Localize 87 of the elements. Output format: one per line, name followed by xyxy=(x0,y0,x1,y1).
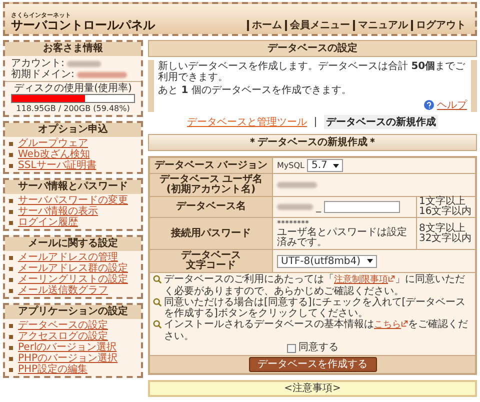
password-help: ユーザ名とパスワードは設定済みです。 xyxy=(277,228,408,248)
length-note: 8文字以上 32文字以内 xyxy=(417,218,475,249)
bullet-icon xyxy=(9,198,13,202)
nav-link[interactable]: ログアウト xyxy=(411,20,469,31)
domain-label: 初期ドメイン: xyxy=(11,69,74,80)
external-link-icon xyxy=(401,320,408,327)
info-text: 新しいデータベースを作成します。データベースは合計 50個までご利用できます。 xyxy=(158,61,466,83)
menu-link[interactable]: サーバ情報の表示 xyxy=(18,206,98,217)
tab[interactable]: データベースの新規作成 xyxy=(324,115,438,129)
magnifier-icon xyxy=(153,298,162,307)
separator-text: _ xyxy=(316,202,321,212)
tab[interactable]: データベースと管理ツール xyxy=(187,115,307,129)
bullet-icon xyxy=(9,220,13,224)
bullet-icon xyxy=(9,334,13,338)
bullet-icon xyxy=(9,266,13,270)
menu-link[interactable]: データベースの設定 xyxy=(18,320,108,331)
row-label: 接続用パスワード xyxy=(150,218,272,249)
section-title: ＊データベースの新規作成＊ xyxy=(148,134,477,151)
bullet-icon xyxy=(9,164,13,168)
db-type-label: MySQL xyxy=(277,161,304,170)
row-label: データベース 文字コード xyxy=(150,250,272,272)
blurred-value xyxy=(67,60,102,66)
bullet-icon xyxy=(9,256,13,260)
blurred-value xyxy=(277,204,313,210)
nav-link[interactable]: マニュアル xyxy=(353,20,411,31)
menu-link[interactable]: メールアドレスの管理 xyxy=(18,252,118,263)
nav-link[interactable]: 会員メニュー xyxy=(285,20,353,31)
menu-link[interactable]: Perlのバージョン選択 xyxy=(18,342,117,353)
bullet-icon xyxy=(9,152,13,156)
length-note: 1文字以上 16文字以内 xyxy=(417,197,475,217)
menu-link[interactable]: メール送信数グラフ xyxy=(18,285,108,296)
menu-link[interactable]: アクセスログの設定 xyxy=(18,331,108,342)
create-database-button[interactable]: データベースを作成する xyxy=(248,357,376,372)
panel-title: サーバ情報とパスワード xyxy=(5,180,141,194)
select-field[interactable]: UTF-8(utf8mb4) xyxy=(277,254,377,268)
dropdown-caret-icon xyxy=(333,164,340,168)
page-title: データベースの設定 xyxy=(148,40,477,57)
bullet-icon xyxy=(9,346,13,350)
row-label: データベース バージョン xyxy=(150,158,272,173)
menu-link[interactable]: PHPのバージョン選択 xyxy=(18,353,118,364)
help-link[interactable]: ヘルプ xyxy=(437,98,467,112)
row-label: データベース ユーザ名 (初期アカウント名) xyxy=(150,174,272,196)
info-text: あと 1 個のデータベースを作成できます。 xyxy=(158,85,352,96)
bullet-icon xyxy=(9,210,13,214)
bullet-icon xyxy=(9,142,13,146)
menu-link[interactable]: サーバパスワードの変更 xyxy=(18,195,128,206)
blurred-value xyxy=(77,72,128,78)
info-stripe xyxy=(471,60,477,112)
brand-title: サーバコントロールパネル xyxy=(11,19,155,31)
notice-text: インストールされるデータベースの基本情報はこちら をご確認ください。 xyxy=(164,319,469,342)
blurred-value xyxy=(277,182,317,188)
external-link-icon xyxy=(388,275,395,282)
menu-link[interactable]: SSLサーバ証明書 xyxy=(18,160,96,171)
help-icon xyxy=(424,100,434,110)
caution-title: <注意事項> xyxy=(148,380,477,397)
account-label: アカウント: xyxy=(11,58,64,69)
notice-text: データベースのご利用にあたっては「注意制限事項 」に同意いただく必要がありますので、あらかじめご確認ください。 xyxy=(164,274,466,297)
panel-title: アプリケーションの設定 xyxy=(5,305,141,319)
panel-title: オプション申込 xyxy=(5,123,141,137)
bullet-icon xyxy=(9,368,13,372)
notice-text: 同意いただける場合は[同意する]にチェックを入れて[データベースを作成する]ボタンをクリックしてください。 xyxy=(164,297,467,319)
disk-usage-reading: 118.95GB / 200GB (59.48%) xyxy=(16,103,130,114)
magnifier-icon xyxy=(153,320,162,329)
menu-link[interactable]: ログイン履歴 xyxy=(18,217,78,228)
panel-title: お客さま情報 xyxy=(5,42,141,56)
dropdown-caret-icon xyxy=(366,259,373,263)
password-value: ******** xyxy=(277,219,309,228)
bullet-icon xyxy=(9,288,13,292)
bullet-icon xyxy=(9,356,13,360)
notice-link[interactable]: 注意制限事項 xyxy=(334,275,388,285)
panel-title: メールに関する設定 xyxy=(5,237,141,251)
disk-usage-label: ディスクの使用量(使用率) xyxy=(14,83,132,94)
menu-link[interactable]: グループウェア xyxy=(18,138,88,149)
menu-link[interactable]: Web改ざん検知 xyxy=(18,149,90,160)
row-label: データベース名 xyxy=(150,197,272,217)
bullet-icon xyxy=(9,324,13,328)
menu-link[interactable]: メールアドレス群の設定 xyxy=(18,263,128,274)
info-stripe xyxy=(148,60,154,112)
select-field[interactable]: 5.7 xyxy=(307,159,344,172)
bullet-icon xyxy=(9,278,13,282)
nav-link[interactable]: ホーム xyxy=(247,20,285,31)
agree-checkbox[interactable]: 同意する xyxy=(153,342,472,354)
menu-link[interactable]: PHP設定の編集 xyxy=(18,364,88,375)
notice-link[interactable]: こちら xyxy=(374,320,401,330)
magnifier-icon xyxy=(153,275,162,284)
database-name-field[interactable] xyxy=(324,201,400,213)
menu-link[interactable]: メーリングリストの設定 xyxy=(18,274,128,285)
